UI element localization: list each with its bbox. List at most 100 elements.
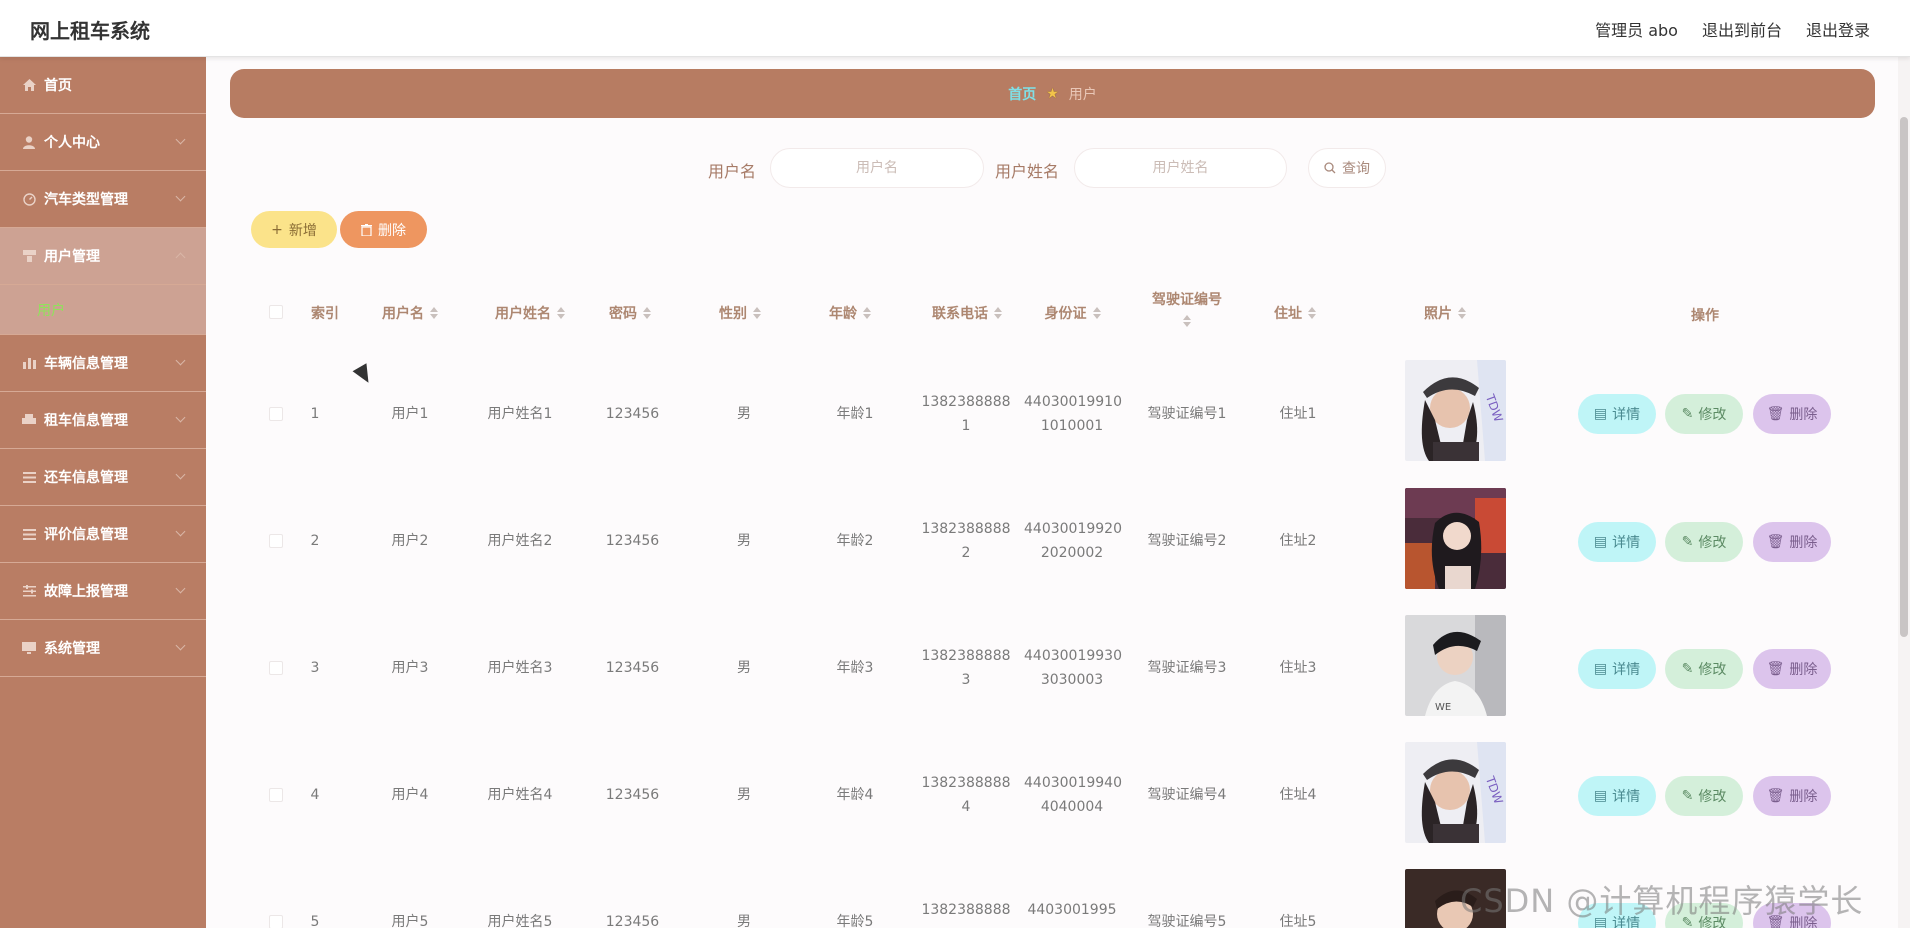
add-button[interactable]: + 新增 <box>251 211 337 248</box>
cell-name: 用户姓名4 <box>487 787 553 803</box>
cell-address: 住址1 <box>1279 406 1317 422</box>
cell-idcard: 44030019930 3030003 <box>1024 648 1122 688</box>
home-icon <box>22 78 36 92</box>
cell-address: 住址4 <box>1279 787 1317 803</box>
cell-index: 1 <box>310 406 320 422</box>
logout-link[interactable]: 退出登录 <box>1806 17 1870 41</box>
name-search-input[interactable] <box>1074 148 1287 188</box>
exit-to-front-link[interactable]: 退出到前台 <box>1702 17 1782 41</box>
sidebar-item-home[interactable]: 首页 <box>0 57 206 114</box>
row-checkbox[interactable] <box>269 407 283 421</box>
chevron-up-icon <box>175 252 186 263</box>
edit-button[interactable]: ✎ 修改 <box>1665 394 1743 434</box>
batch-delete-button[interactable]: 删除 <box>340 211 427 248</box>
table-row: 4 用户4 用户姓名4 123456 男 年龄4 1382388888 4 440… <box>0 731 1910 858</box>
admin-user-label: 管理员 abo <box>1595 21 1678 40</box>
edit-button[interactable]: ✎ 修改 <box>1665 649 1743 689</box>
username-search-input[interactable] <box>770 148 984 188</box>
trash-icon <box>361 223 372 236</box>
sidebar-item-label: 首页 <box>44 78 72 94</box>
row-checkbox[interactable] <box>269 788 283 802</box>
document-icon: ▤ <box>1593 534 1608 550</box>
detail-button[interactable]: ▤ 详情 <box>1578 394 1656 434</box>
cell-sex: 男 <box>737 914 751 928</box>
col-photo[interactable]: 照片 <box>1405 298 1485 328</box>
col-name[interactable]: 用户姓名 <box>470 298 590 328</box>
detail-button[interactable]: ▤ 详情 <box>1578 649 1656 689</box>
chevron-down-icon <box>175 191 186 202</box>
delete-button[interactable]: 🗑 删除 <box>1753 649 1831 689</box>
sort-icon <box>863 307 871 319</box>
cell-username: 用户3 <box>391 660 429 676</box>
user-photo: TDW <box>1405 742 1506 843</box>
cell-idcard: 44030019920 2020002 <box>1024 521 1122 561</box>
row-checkbox[interactable] <box>269 661 283 675</box>
edit-button[interactable]: ✎ 修改 <box>1665 776 1743 816</box>
row-checkbox[interactable] <box>269 915 283 928</box>
vertical-scrollbar[interactable] <box>1898 57 1910 928</box>
cell-username: 用户5 <box>391 914 429 928</box>
cell-index: 2 <box>310 533 320 549</box>
col-license[interactable]: 驾驶证编号 <box>1137 283 1237 333</box>
pencil-icon: ✎ <box>1681 661 1694 677</box>
col-idcard[interactable]: 身份证 <box>1030 298 1115 328</box>
sidebar-item-user-manage[interactable]: 用户管理 <box>0 228 206 285</box>
delete-button[interactable]: 🗑 删除 <box>1753 522 1831 562</box>
col-address[interactable]: 住址 <box>1255 298 1335 328</box>
sidebar-item-label: 汽车类型管理 <box>44 192 128 208</box>
cell-username: 用户4 <box>391 787 429 803</box>
detail-button[interactable]: ▤ 详情 <box>1578 776 1656 816</box>
cell-index: 5 <box>310 914 320 928</box>
col-age[interactable]: 年龄 <box>810 298 890 328</box>
pencil-icon: ✎ <box>1681 788 1694 804</box>
col-operations: 操作 <box>1691 308 1719 324</box>
trash-icon: 🗑 <box>1766 534 1785 550</box>
sort-icon <box>1092 307 1101 319</box>
cell-sex: 男 <box>737 533 751 549</box>
cell-license: 驾驶证编号2 <box>1147 533 1227 549</box>
col-phone[interactable]: 联系电话 <box>912 298 1022 328</box>
breadcrumb-current: 用户 <box>1068 86 1097 103</box>
sidebar-subitem-user[interactable]: 用户 <box>0 285 206 335</box>
delete-button[interactable]: 🗑 删除 <box>1753 776 1831 816</box>
cell-name: 用户姓名1 <box>487 406 553 422</box>
cell-name: 用户姓名3 <box>487 660 553 676</box>
breadcrumb-home[interactable]: 首页 <box>1008 84 1036 104</box>
detail-button[interactable]: ▤ 详情 <box>1578 522 1656 562</box>
sort-icon <box>1458 307 1466 319</box>
cell-phone: 1382388888 1 <box>921 394 1011 434</box>
watermark: CSDN @计算机程序猿学长 <box>1460 882 1864 920</box>
col-sex[interactable]: 性别 <box>700 298 780 328</box>
document-icon: ▤ <box>1593 406 1608 422</box>
search-button-label: 查询 <box>1342 161 1370 177</box>
sort-icon <box>430 307 438 319</box>
cell-address: 住址3 <box>1279 660 1317 676</box>
pencil-icon: ✎ <box>1681 406 1694 422</box>
top-bar: 网上租车系统 管理员 abo 退出到前台 退出登录 <box>0 0 1910 57</box>
sort-icon <box>1308 307 1316 319</box>
cell-license: 驾驶证编号5 <box>1147 914 1227 928</box>
cell-phone: 1382388888 3 <box>921 648 1011 688</box>
breadcrumb: 首页 ★ 用户 <box>230 69 1875 118</box>
col-username[interactable]: 用户名 <box>360 298 460 328</box>
cell-idcard: 44030019910 1010001 <box>1024 394 1122 434</box>
cell-age: 年龄4 <box>836 787 874 803</box>
svg-text:WE: WE <box>1435 702 1451 713</box>
sort-icon <box>557 307 565 319</box>
row-checkbox[interactable] <box>269 534 283 548</box>
cell-name: 用户姓名2 <box>487 533 553 549</box>
cell-idcard: 4403001995 <box>1027 902 1117 918</box>
delete-button[interactable]: 🗑 删除 <box>1753 394 1831 434</box>
col-password[interactable]: 密码 <box>590 298 670 328</box>
cell-idcard: 44030019940 4040004 <box>1024 775 1122 815</box>
top-right-menu: 管理员 abo 退出到前台 退出登录 <box>1595 17 1870 41</box>
cell-index: 4 <box>310 787 320 803</box>
select-all-checkbox[interactable] <box>269 305 283 319</box>
cell-license: 驾驶证编号1 <box>1147 406 1227 422</box>
scrollbar-thumb[interactable] <box>1900 117 1908 637</box>
app-title: 网上租车系统 <box>30 19 150 43</box>
cell-phone: 1382388888 2 <box>921 521 1011 561</box>
cell-name: 用户姓名5 <box>487 914 553 928</box>
edit-button[interactable]: ✎ 修改 <box>1665 522 1743 562</box>
search-button[interactable]: 查询 <box>1308 148 1386 188</box>
